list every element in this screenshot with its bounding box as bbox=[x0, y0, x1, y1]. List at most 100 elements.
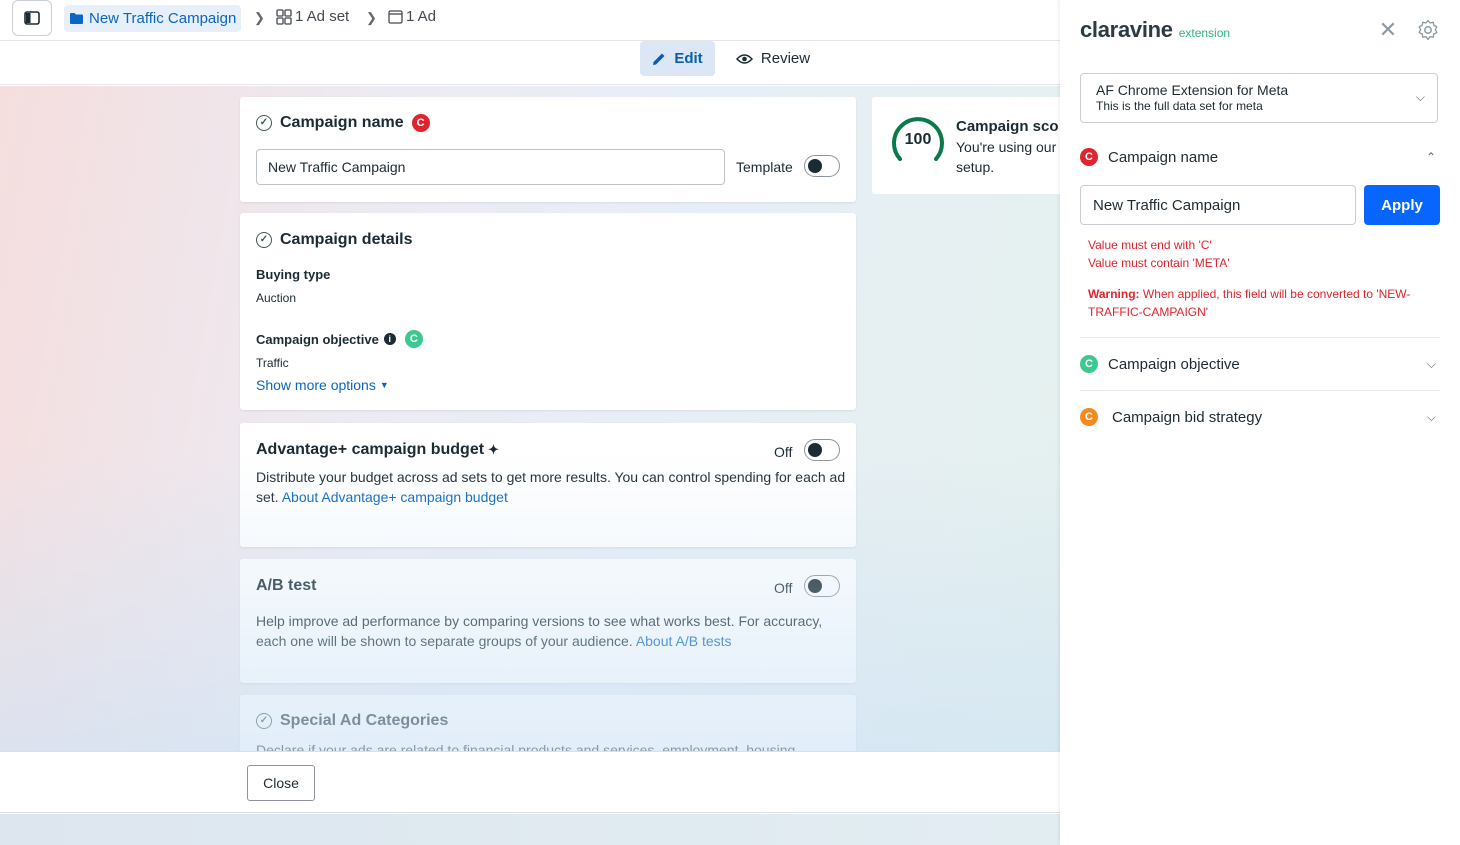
campaign-name-title: Campaign name bbox=[280, 114, 404, 131]
divider bbox=[1080, 337, 1440, 338]
ext-campaign-name-input[interactable]: New Traffic Campaign bbox=[1080, 185, 1356, 225]
about-ab-tests-link[interactable]: About A/B tests bbox=[636, 633, 732, 649]
validation-error: Value must end with 'C' bbox=[1088, 238, 1212, 252]
advantage-budget-description: Distribute your budget across ad sets to… bbox=[256, 467, 846, 507]
tab-review-label: Review bbox=[760, 50, 811, 67]
claravine-error-icon: C bbox=[1080, 148, 1098, 166]
claravine-logo-text: claravine bbox=[1080, 17, 1173, 42]
ext-section-campaign-objective-label: Campaign objective bbox=[1108, 355, 1240, 373]
conversion-warning: Warning: When applied, this field will b… bbox=[1088, 285, 1438, 321]
eye-icon bbox=[735, 53, 753, 64]
ab-test-heading: A/B test bbox=[256, 577, 316, 595]
campaign-objective-label: Campaign objective bbox=[256, 331, 379, 347]
ext-section-campaign-name-label: Campaign name bbox=[1108, 148, 1219, 166]
breadcrumb-campaign-label: New Traffic Campaign bbox=[89, 10, 237, 27]
chevron-right-icon: ❯ bbox=[366, 10, 377, 25]
show-more-options-label: Show more options bbox=[256, 377, 376, 393]
ext-section-campaign-objective[interactable]: C Campaign objective ⌵ bbox=[1080, 354, 1440, 374]
ab-test-toggle-label: Off bbox=[774, 580, 793, 596]
ext-section-campaign-name[interactable]: C Campaign name ⌃ bbox=[1080, 147, 1440, 167]
campaign-details-card: ✓ Campaign details Buying type Auction C… bbox=[240, 213, 856, 410]
buying-type-label: Buying type bbox=[256, 267, 331, 282]
claravine-valid-icon: C bbox=[1080, 355, 1098, 373]
apply-button[interactable]: Apply bbox=[1364, 185, 1440, 225]
campaign-name-card: ✓ Campaign name C New Traffic Campaign T… bbox=[240, 97, 856, 202]
claravine-extension-panel: claravine extension ✕ AF Chrome Extensio… bbox=[1060, 0, 1460, 845]
ab-test-card: A/B test Off Help improve ad performance… bbox=[240, 559, 856, 683]
claravine-warning-icon: C bbox=[1080, 408, 1098, 426]
breadcrumb-adset[interactable]: 1 Ad set bbox=[276, 8, 349, 25]
campaign-name-heading: ✓ Campaign name C bbox=[256, 114, 430, 132]
buying-type-value: Auction bbox=[256, 291, 297, 305]
template-toggle[interactable] bbox=[804, 155, 840, 177]
ab-test-title: A/B test bbox=[256, 577, 317, 594]
about-advantage-budget-link[interactable]: About Advantage+ campaign budget bbox=[282, 489, 508, 505]
dataset-select[interactable]: AF Chrome Extension for Meta This is the… bbox=[1080, 73, 1438, 123]
gear-icon[interactable] bbox=[1417, 19, 1439, 41]
campaign-name-input[interactable]: New Traffic Campaign bbox=[256, 149, 725, 185]
pencil-icon bbox=[653, 53, 665, 65]
breadcrumb-campaign[interactable]: New Traffic Campaign bbox=[64, 5, 242, 32]
breadcrumb-adset-label: 1 Ad set bbox=[295, 8, 350, 25]
footer-bar: Close bbox=[0, 751, 1060, 813]
special-ad-categories-title: Special Ad Categories bbox=[280, 712, 449, 729]
claravine-error-icon[interactable]: C bbox=[411, 114, 430, 132]
campaign-score-text-1: You're using our bbox=[956, 139, 1057, 155]
breadcrumb-ad[interactable]: 1 Ad bbox=[388, 8, 436, 25]
special-ad-categories-heading: ✓ Special Ad Categories bbox=[256, 712, 448, 730]
chevron-down-icon: ⌵ bbox=[1426, 356, 1436, 371]
ext-section-bid-strategy-label: Campaign bid strategy bbox=[1112, 408, 1263, 426]
chevron-up-icon: ⌃ bbox=[1425, 150, 1436, 164]
close-icon[interactable]: ✕ bbox=[1378, 19, 1398, 41]
warning-label: Warning: bbox=[1088, 287, 1140, 301]
chevron-down-icon: ⌵ bbox=[1426, 409, 1436, 424]
ext-section-bid-strategy[interactable]: C Campaign bid strategy ⌵ bbox=[1080, 407, 1440, 427]
template-label: Template bbox=[736, 159, 793, 175]
grid-icon bbox=[276, 8, 292, 25]
breadcrumb-ad-label: 1 Ad bbox=[406, 8, 437, 25]
info-icon[interactable]: i bbox=[383, 333, 396, 345]
show-more-options-link[interactable]: Show more options ▼ bbox=[256, 377, 389, 393]
claravine-logo: claravine extension bbox=[1080, 17, 1230, 43]
dataset-select-title: AF Chrome Extension for Meta bbox=[1096, 82, 1289, 98]
campaign-score-text-2: setup. bbox=[956, 159, 995, 175]
advantage-budget-heading: Advantage+ campaign budget ✦ bbox=[256, 441, 499, 459]
ab-test-toggle[interactable] bbox=[804, 575, 840, 597]
folder-icon bbox=[70, 13, 83, 24]
dataset-select-subtitle: This is the full data set for meta bbox=[1096, 99, 1263, 113]
tab-edit-label: Edit bbox=[674, 50, 703, 67]
check-circle-icon: ✓ bbox=[256, 713, 272, 729]
divider bbox=[1080, 390, 1440, 391]
mode-tab-bar: Edit Review bbox=[0, 41, 1060, 85]
close-button[interactable]: Close bbox=[247, 765, 315, 801]
advantage-budget-title: Advantage+ campaign budget bbox=[256, 441, 485, 458]
campaign-score-card: 100 Campaign sco You're using our setup. bbox=[872, 97, 1060, 194]
campaign-details-title: Campaign details bbox=[280, 231, 413, 248]
campaign-objective-value: Traffic bbox=[256, 356, 289, 370]
sidebar-toggle-button[interactable] bbox=[12, 0, 52, 36]
campaign-score-title: Campaign sco bbox=[956, 118, 1059, 135]
claravine-logo-subtitle: extension bbox=[1178, 26, 1231, 40]
top-bar: New Traffic Campaign ❯ 1 Ad set ❯ 1 Ad bbox=[0, 0, 1060, 41]
sidebar-panel-icon bbox=[24, 11, 40, 25]
chevron-down-icon: ⌵ bbox=[1415, 90, 1425, 104]
advantage-budget-card: Advantage+ campaign budget ✦ Off Distrib… bbox=[240, 423, 856, 547]
special-ad-categories-description: Declare if your ads are related to finan… bbox=[256, 742, 796, 751]
ad-frame-icon bbox=[388, 9, 403, 24]
validation-error: Value must contain 'META' bbox=[1088, 256, 1230, 270]
campaign-objective-heading: Campaign objective i C bbox=[256, 330, 423, 348]
advantage-budget-toggle[interactable] bbox=[804, 439, 840, 461]
tab-edit[interactable]: Edit bbox=[640, 41, 715, 76]
check-circle-icon: ✓ bbox=[256, 115, 272, 131]
tab-review[interactable]: Review bbox=[728, 41, 818, 76]
check-circle-icon: ✓ bbox=[256, 232, 272, 248]
editor-workspace: ✓ Campaign name C New Traffic Campaign T… bbox=[0, 86, 1060, 751]
chevron-right-icon: ❯ bbox=[254, 10, 265, 25]
advantage-budget-toggle-label: Off bbox=[774, 444, 793, 460]
footer-strip bbox=[0, 814, 1060, 845]
ab-test-description-text: Help improve ad performance by comparing… bbox=[256, 613, 823, 649]
campaign-details-heading: ✓ Campaign details bbox=[256, 231, 412, 249]
campaign-score-value: 100 bbox=[904, 131, 932, 148]
claravine-valid-icon[interactable]: C bbox=[404, 330, 423, 348]
special-ad-categories-card: ✓ Special Ad Categories Declare if your … bbox=[240, 695, 856, 751]
